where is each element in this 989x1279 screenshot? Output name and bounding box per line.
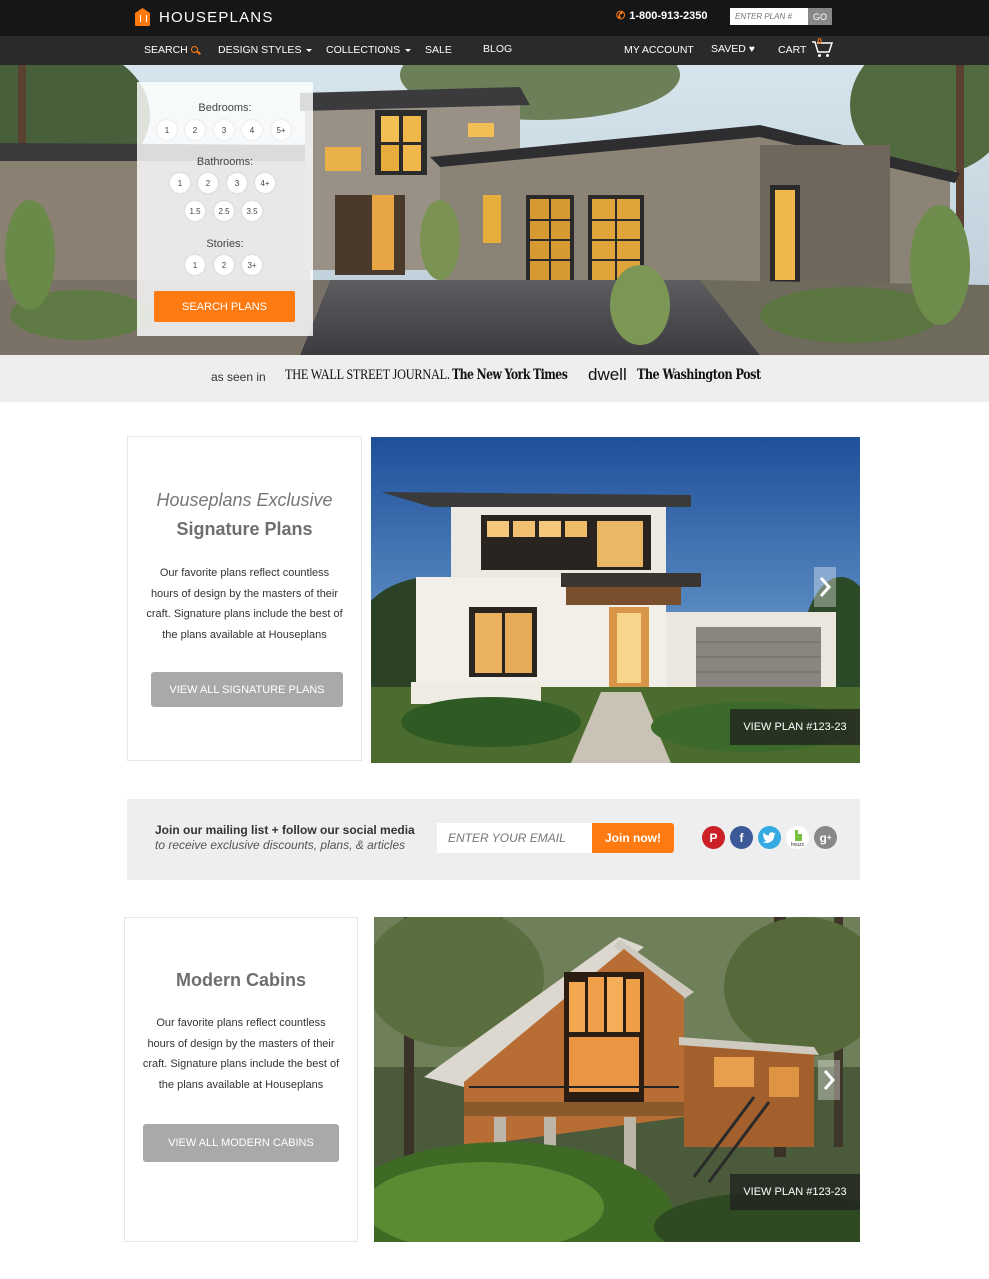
plan-number-search: GO bbox=[730, 8, 832, 25]
press-logo-washington-post: The Washington Post bbox=[637, 367, 761, 383]
top-bar: HOUSEPLANS ✆ 1-800-913-2350 GO bbox=[0, 0, 989, 36]
description-line: the plans available at Houseplans bbox=[162, 628, 327, 641]
description-line: hours of design by the masters of their bbox=[147, 1037, 335, 1050]
logo[interactable]: HOUSEPLANS bbox=[135, 7, 274, 27]
stories-label: Stories: bbox=[206, 238, 244, 250]
cabins-description: Our favorite plans reflect countless hou… bbox=[137, 1013, 345, 1095]
description-line: the plans available at Houseplans bbox=[158, 1078, 324, 1091]
signature-description: Our favorite plans reflect countless hou… bbox=[140, 563, 349, 645]
chevron-right-icon bbox=[823, 1070, 836, 1090]
heart-icon: ♥ bbox=[748, 43, 755, 55]
search-icon bbox=[190, 45, 198, 53]
press-bar: as seen in THE WALL STREET JOURNAL. The … bbox=[0, 355, 989, 402]
newsletter-signup: Join our mailing list + follow our socia… bbox=[127, 799, 860, 880]
bedroom-option[interactable]: 4 bbox=[242, 120, 262, 140]
bathroom-option[interactable]: 1.5 bbox=[185, 201, 205, 221]
view-plan-tag[interactable]: VIEW PLAN #123-23 bbox=[730, 709, 860, 745]
twitter-icon[interactable] bbox=[758, 826, 781, 849]
view-plan-tag[interactable]: VIEW PLAN #123-23 bbox=[730, 1174, 860, 1210]
nav-saved[interactable]: SAVED ♥ bbox=[711, 43, 755, 55]
bathroom-option[interactable]: 2 bbox=[198, 173, 218, 193]
signature-plan-photo[interactable]: VIEW PLAN #123-23 bbox=[371, 437, 860, 763]
nav-collections-label: COLLECTIONS bbox=[326, 44, 401, 56]
houzz-label: houzz bbox=[790, 842, 805, 848]
next-slide-button[interactable] bbox=[814, 567, 836, 607]
quick-search-panel: Bedrooms: 1 2 3 4 5+ Bathrooms: 1 2 3 4+… bbox=[137, 82, 313, 336]
main-nav: SEARCH DESIGN STYLES COLLECTIONS SALE BL… bbox=[0, 36, 989, 65]
plan-go-button[interactable]: GO bbox=[808, 8, 832, 25]
bedroom-option[interactable]: 2 bbox=[185, 120, 205, 140]
description-line: hours of design by the masters of their bbox=[150, 587, 339, 600]
modern-cabins-card: Modern Cabins Our favorite plans reflect… bbox=[124, 917, 358, 1242]
newsletter-headline: Join our mailing list + follow our socia… bbox=[155, 823, 415, 837]
plan-number-input[interactable] bbox=[730, 8, 808, 25]
nav-design-styles[interactable]: DESIGN STYLES bbox=[218, 44, 313, 56]
nav-cart-label: CART bbox=[778, 44, 807, 56]
description-line: craft. Signature plans include the best … bbox=[142, 1058, 340, 1070]
stories-option[interactable]: 1 bbox=[185, 255, 205, 275]
signature-title: Signature Plans bbox=[176, 519, 313, 539]
join-now-button[interactable]: Join now! bbox=[592, 823, 674, 853]
bedroom-option[interactable]: 3 bbox=[214, 120, 234, 140]
next-slide-button[interactable] bbox=[818, 1060, 840, 1100]
phone-text: 1-800-913-2350 bbox=[629, 9, 708, 22]
stories-option[interactable]: 2 bbox=[214, 255, 234, 275]
brand-name: HOUSEPLANS bbox=[159, 8, 274, 26]
newsletter-subline: to receive exclusive discounts, plans, &… bbox=[155, 838, 406, 852]
chevron-right-icon bbox=[819, 577, 832, 597]
cabins-title: Modern Cabins bbox=[175, 970, 306, 990]
hero-banner: Bedrooms: 1 2 3 4 5+ Bathrooms: 1 2 3 4+… bbox=[0, 65, 989, 355]
email-input[interactable] bbox=[437, 823, 592, 853]
description-line: Our favorite plans reflect countless bbox=[159, 567, 330, 579]
signature-plans-card: Houseplans Exclusive Signature Plans Our… bbox=[127, 436, 362, 761]
chevron-down-icon bbox=[306, 48, 313, 52]
houzz-icon[interactable]: houzz bbox=[786, 826, 809, 849]
press-logo-dwell: dwell bbox=[588, 365, 627, 384]
press-logo-nyt: The New York Times bbox=[452, 367, 568, 383]
bathroom-option[interactable]: 3 bbox=[227, 173, 247, 193]
nav-search[interactable]: SEARCH bbox=[144, 44, 198, 56]
description-line: Our favorite plans reflect countless bbox=[156, 1017, 326, 1029]
google-plus-icon[interactable]: g + bbox=[814, 826, 837, 849]
house-logo-icon bbox=[135, 8, 150, 26]
nav-collections[interactable]: COLLECTIONS bbox=[326, 44, 412, 56]
facebook-icon[interactable]: f bbox=[730, 826, 753, 849]
bathrooms-label: Bathrooms: bbox=[196, 156, 254, 168]
bedrooms-label: Bedrooms: bbox=[198, 102, 252, 114]
chevron-down-icon bbox=[405, 48, 412, 52]
press-logo-wsj: THE WALL STREET JOURNAL. bbox=[285, 367, 450, 383]
bathroom-option[interactable]: 4+ bbox=[255, 173, 275, 193]
cabin-plan-photo[interactable]: VIEW PLAN #123-23 bbox=[374, 917, 860, 1242]
view-signature-plans-button[interactable]: VIEW ALL SIGNATURE PLANS bbox=[151, 672, 343, 707]
pinterest-icon[interactable]: P bbox=[702, 826, 725, 849]
phone-number[interactable]: ✆ 1-800-913-2350 bbox=[616, 9, 708, 23]
nav-sale[interactable]: SALE bbox=[425, 44, 452, 56]
nav-search-label: SEARCH bbox=[144, 44, 188, 56]
description-line: craft. Signature plans include the best … bbox=[146, 608, 343, 620]
search-plans-button[interactable]: SEARCH PLANS bbox=[154, 291, 295, 322]
bedroom-option[interactable]: 5+ bbox=[271, 120, 291, 140]
bathroom-option[interactable]: 1 bbox=[170, 173, 190, 193]
nav-blog[interactable]: BLOG bbox=[483, 43, 512, 55]
phone-icon: ✆ bbox=[616, 10, 626, 22]
press-label: as seen in bbox=[211, 370, 266, 384]
bedroom-option[interactable]: 1 bbox=[157, 120, 177, 140]
nav-saved-label: SAVED bbox=[711, 43, 746, 55]
nav-design-styles-label: DESIGN STYLES bbox=[218, 44, 302, 56]
nav-cart[interactable]: CART 0 bbox=[778, 37, 834, 57]
cart-icon: 0 bbox=[811, 37, 834, 57]
cart-count: 0 bbox=[817, 37, 822, 46]
bathroom-option[interactable]: 3.5 bbox=[242, 201, 262, 221]
stories-option[interactable]: 3+ bbox=[242, 255, 262, 275]
nav-my-account[interactable]: MY ACCOUNT bbox=[624, 44, 694, 56]
view-modern-cabins-button[interactable]: VIEW ALL MODERN CABINS bbox=[143, 1124, 339, 1162]
bathroom-option[interactable]: 2.5 bbox=[214, 201, 234, 221]
signature-subtitle: Houseplans Exclusive bbox=[156, 490, 333, 510]
